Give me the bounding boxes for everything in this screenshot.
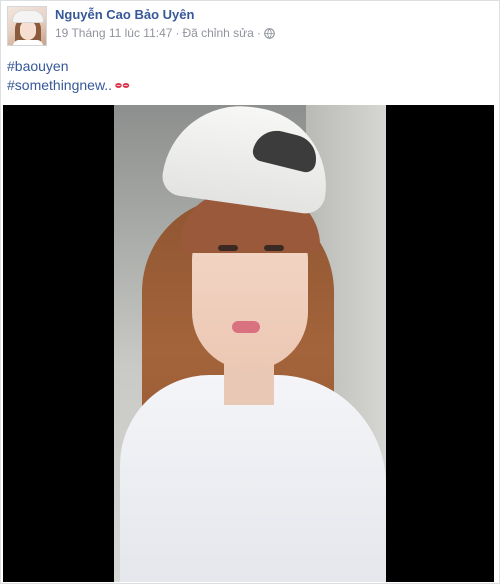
figure-shirt [120, 375, 386, 582]
post-message: #baouyen #somethingnew.. [7, 57, 130, 95]
figure-lips [232, 321, 260, 333]
author-avatar[interactable] [7, 6, 47, 46]
post-meta: 19 Tháng 11 lúc 11:47 · Đã chỉnh sửa · [55, 26, 275, 40]
avatar-face [20, 21, 36, 40]
figure-eye-right [264, 245, 284, 251]
author-name-link[interactable]: Nguyễn Cao Bảo Uyên [55, 7, 194, 22]
meta-separator: · [175, 26, 180, 40]
hashtag-link-baouyen[interactable]: #baouyen [7, 57, 130, 76]
meta-separator: · [256, 26, 261, 40]
video-frame [114, 105, 386, 582]
video-player[interactable] [3, 105, 494, 582]
post-timestamp[interactable]: 19 Tháng 11 lúc 11:47 [55, 26, 172, 40]
facebook-post: Nguyễn Cao Bảo Uyên 19 Tháng 11 lúc 11:4… [0, 0, 500, 584]
post-message-line: #somethingnew.. [7, 76, 130, 95]
kissing-lips-icon [115, 83, 130, 88]
edited-label[interactable]: Đã chỉnh sửa [182, 26, 253, 40]
figure-eye-left [218, 245, 238, 251]
hashtag-link-somethingnew[interactable]: #somethingnew.. [7, 76, 112, 95]
globe-icon[interactable] [264, 27, 275, 39]
avatar-shirt [13, 40, 43, 45]
avatar-hat [12, 10, 44, 23]
